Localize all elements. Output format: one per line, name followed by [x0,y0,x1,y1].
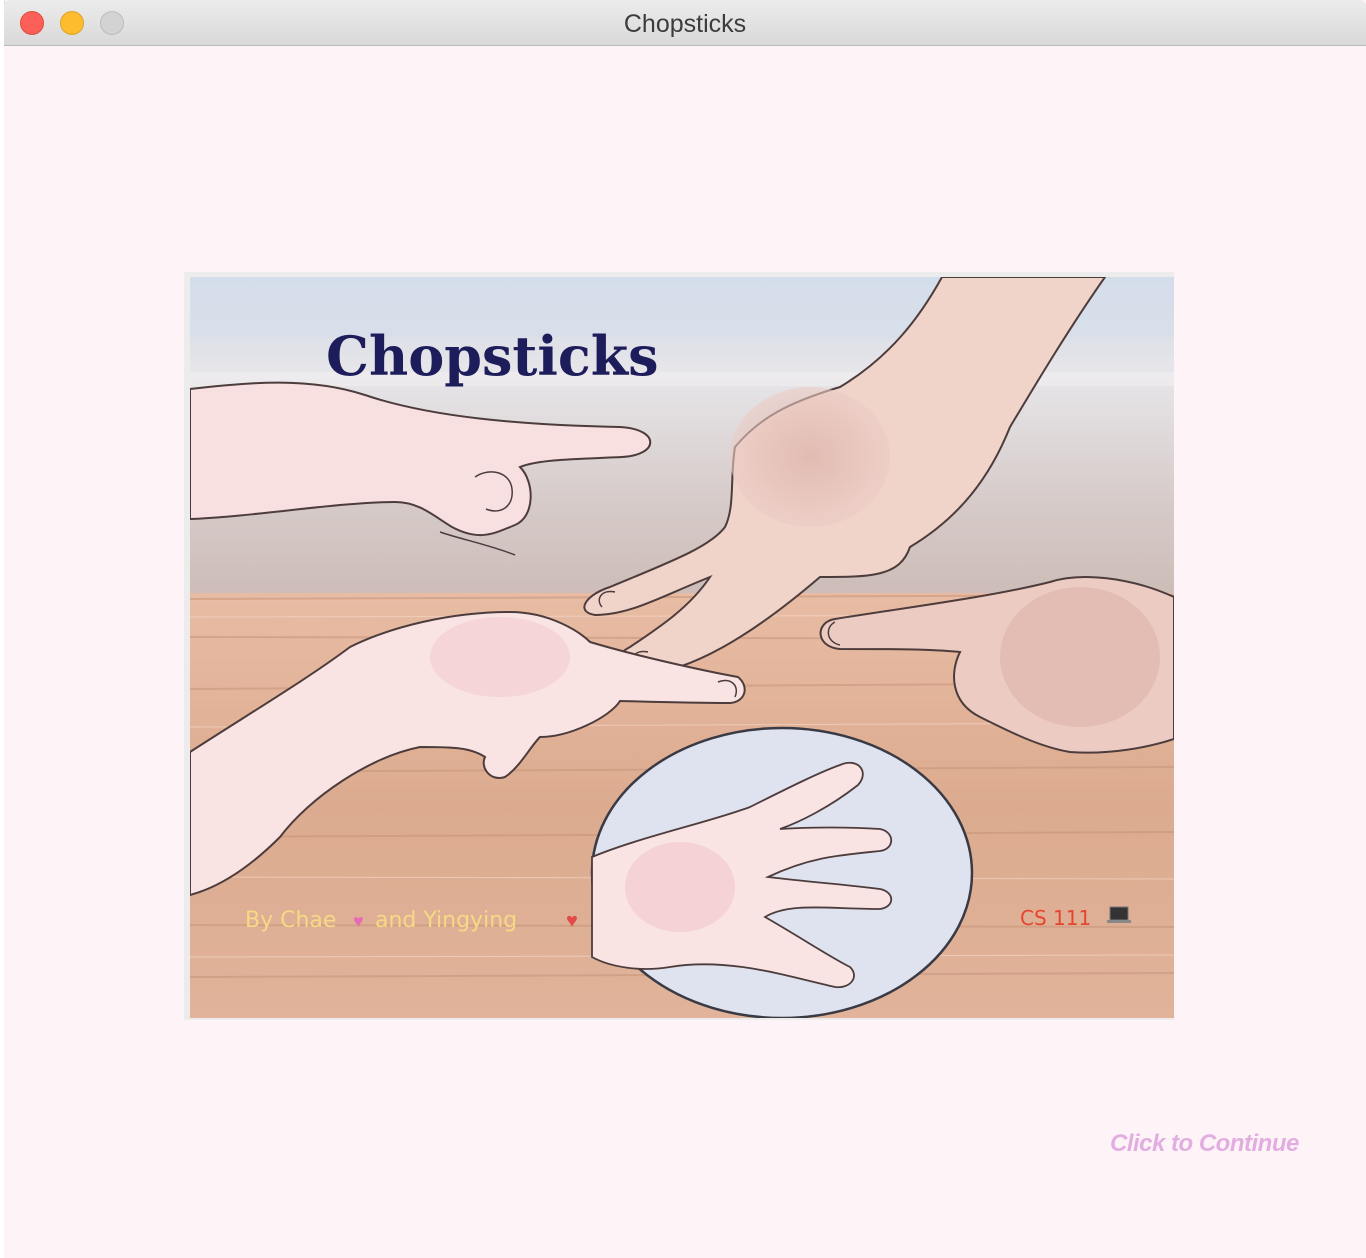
cover-illustration: Chopsticks By Chae ♥ and Yingying ♥ CS 1… [190,277,1174,1018]
heart-icon: ♥ [566,910,578,932]
heart-sparkle-icon: ♥ [353,911,364,931]
click-to-continue-button[interactable]: Click to Continue [1110,1130,1299,1158]
window-title: Chopsticks [623,10,747,38]
title-bar[interactable]: Chopsticks [4,0,1366,46]
cover-title: Chopsticks [326,324,659,388]
laptop-icon [1109,906,1129,921]
cover-image-frame: Chopsticks By Chae ♥ and Yingying ♥ CS 1… [184,272,1174,1020]
app-window: Chopsticks Chopsticks By Chae ♥ and Ying… [4,0,1366,1258]
svg-text:By Chae: By Chae [245,908,336,933]
svg-text:CS 111: CS 111 [1020,906,1091,930]
svg-text:and Yingying: and Yingying [375,908,517,933]
